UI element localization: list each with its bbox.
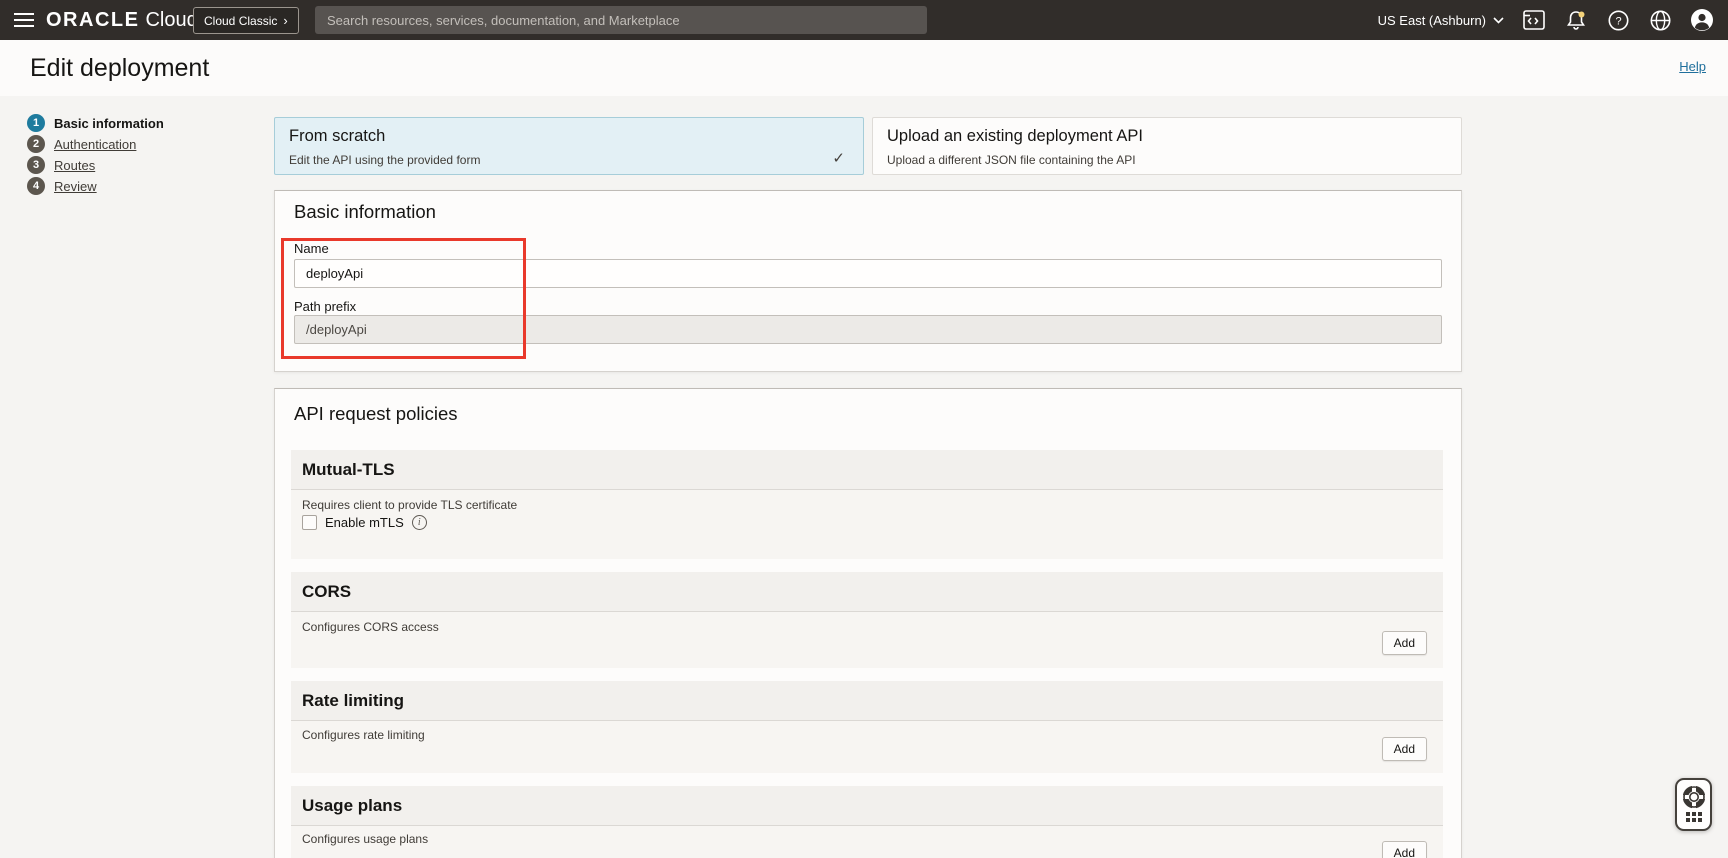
rate-limiting-add-button[interactable]: Add: [1382, 737, 1427, 761]
topbar-right-cluster: US East (Ashburn) ?: [1378, 0, 1714, 40]
selected-check-icon: ✓: [832, 149, 845, 167]
chevron-right-icon: ›: [283, 14, 287, 27]
api-source-selector: From scratch Edit the API using the prov…: [274, 117, 1462, 175]
api-request-policies-title: API request policies: [294, 403, 458, 425]
step-label: Basic information: [54, 116, 164, 131]
brand-oracle: ORACLE: [46, 9, 139, 32]
top-navigation-bar: ORACLE Cloud Cloud Classic › US East (As…: [0, 0, 1728, 40]
upload-existing-card[interactable]: Upload an existing deployment API Upload…: [872, 117, 1462, 175]
step-number-badge: 4: [27, 177, 45, 195]
mutual-tls-header: Mutual-TLS: [291, 450, 1443, 490]
cors-add-button[interactable]: Add: [1382, 631, 1427, 655]
cors-section: CORS Configures CORS access Add: [291, 572, 1443, 668]
chevron-down-icon: [1493, 17, 1504, 24]
name-input[interactable]: [294, 259, 1442, 288]
upload-existing-title: Upload an existing deployment API: [887, 127, 1447, 146]
brand-cloud: Cloud: [145, 9, 197, 32]
mutual-tls-section: Mutual-TLS Requires client to provide TL…: [291, 450, 1443, 559]
step-number-badge: 1: [27, 114, 45, 132]
usage-plans-desc: Configures usage plans: [302, 832, 428, 846]
page-title: Edit deployment: [30, 54, 209, 83]
from-scratch-desc: Edit the API using the provided form: [289, 153, 849, 167]
rate-limiting-desc: Configures rate limiting: [302, 728, 425, 742]
cors-title: CORS: [302, 582, 351, 602]
step-number-badge: 3: [27, 156, 45, 174]
help-link[interactable]: Help: [1679, 59, 1706, 74]
region-label: US East (Ashburn): [1378, 13, 1486, 28]
upload-existing-desc: Upload a different JSON file containing …: [887, 153, 1447, 167]
language-globe-icon[interactable]: [1648, 8, 1672, 32]
page-header: Edit deployment Help: [0, 40, 1728, 96]
cors-desc: Configures CORS access: [302, 620, 439, 634]
drag-dots-icon: [1686, 812, 1702, 822]
rate-limiting-body: Configures rate limiting Add: [291, 721, 1443, 773]
usage-plans-body: Configures usage plans Add: [291, 826, 1443, 858]
basic-information-title: Basic information: [294, 201, 436, 223]
usage-plans-header: Usage plans: [291, 786, 1443, 826]
stepper-item-basic-information[interactable]: 1 Basic information: [27, 114, 164, 132]
stepper-item-authentication[interactable]: 2 Authentication: [27, 135, 164, 153]
global-search-input[interactable]: [315, 6, 927, 34]
from-scratch-card[interactable]: From scratch Edit the API using the prov…: [274, 117, 864, 175]
developer-console-icon[interactable]: [1522, 8, 1546, 32]
name-label: Name: [294, 241, 329, 256]
profile-avatar[interactable]: [1690, 8, 1714, 32]
mutual-tls-desc: Requires client to provide TLS certifica…: [302, 498, 517, 512]
assistant-launcher-button[interactable]: [1675, 778, 1712, 831]
svg-text:?: ?: [1615, 15, 1621, 27]
wizard-stepper: 1 Basic information 2 Authentication 3 R…: [27, 114, 164, 195]
basic-information-card: Basic information Name Path prefix: [274, 190, 1462, 372]
step-label: Authentication: [54, 137, 136, 152]
enable-mtls-row: Enable mTLS i: [302, 515, 427, 530]
usage-plans-title: Usage plans: [302, 796, 402, 816]
cors-body: Configures CORS access Add: [291, 612, 1443, 668]
usage-plans-add-button[interactable]: Add: [1382, 841, 1427, 858]
enable-mtls-label: Enable mTLS: [325, 515, 404, 530]
step-number-badge: 2: [27, 135, 45, 153]
region-selector[interactable]: US East (Ashburn): [1378, 13, 1504, 28]
life-ring-icon: [1681, 784, 1707, 810]
rate-limiting-title: Rate limiting: [302, 691, 404, 711]
info-icon[interactable]: i: [412, 515, 427, 530]
rate-limiting-header: Rate limiting: [291, 681, 1443, 721]
stepper-item-review[interactable]: 4 Review: [27, 177, 164, 195]
notification-badge: [1579, 11, 1585, 17]
step-label: Routes: [54, 158, 95, 173]
hamburger-menu-icon[interactable]: [0, 0, 44, 40]
stepper-item-routes[interactable]: 3 Routes: [27, 156, 164, 174]
enable-mtls-checkbox[interactable]: [302, 515, 317, 530]
path-prefix-input: [294, 315, 1442, 344]
oracle-cloud-logo: ORACLE Cloud: [46, 9, 198, 32]
oracle-cloud-console: ORACLE Cloud Cloud Classic › US East (As…: [0, 0, 1728, 858]
step-label: Review: [54, 179, 97, 194]
api-request-policies-card: API request policies Mutual-TLS Requires…: [274, 388, 1462, 858]
cors-header: CORS: [291, 572, 1443, 612]
notifications-icon[interactable]: [1564, 8, 1588, 32]
help-icon[interactable]: ?: [1606, 8, 1630, 32]
from-scratch-title: From scratch: [289, 127, 849, 146]
mutual-tls-title: Mutual-TLS: [302, 460, 395, 480]
cloud-classic-label: Cloud Classic: [204, 14, 277, 28]
usage-plans-section: Usage plans Configures usage plans Add: [291, 786, 1443, 858]
mutual-tls-body: Requires client to provide TLS certifica…: [291, 490, 1443, 559]
path-prefix-label: Path prefix: [294, 299, 356, 314]
cloud-classic-button[interactable]: Cloud Classic ›: [193, 7, 299, 34]
rate-limiting-section: Rate limiting Configures rate limiting A…: [291, 681, 1443, 773]
